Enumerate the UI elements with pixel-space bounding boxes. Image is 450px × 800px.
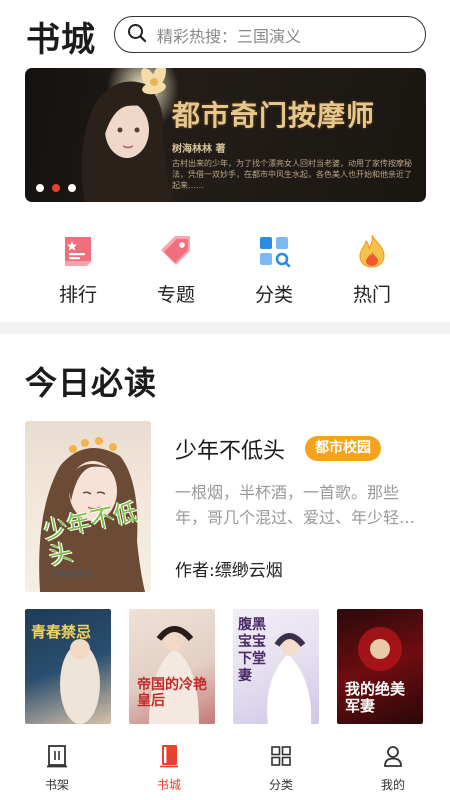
banner-author: 树海林林 著 xyxy=(172,144,226,155)
carousel-dot-active[interactable] xyxy=(52,184,60,192)
banner-description: 古村出来的少年，为了找个漂亮女人回村当老婆，动用了家传按摩秘法，凭借一双妙手，在… xyxy=(172,159,412,190)
genre-tag[interactable]: 都市校园 xyxy=(305,436,381,461)
carousel-indicator xyxy=(36,184,76,192)
tab-bookshelf[interactable]: 书架 xyxy=(17,744,97,793)
banner-title: 都市奇门按摩师 xyxy=(172,99,376,132)
nav-hot-label: 热门 xyxy=(352,284,391,306)
cover-title: 青春禁忌 xyxy=(31,623,92,641)
featured-cover-author: 缥缈云烟 著 xyxy=(55,570,93,578)
bookstore-icon xyxy=(129,744,209,768)
section-divider xyxy=(0,322,450,334)
tab-category-label: 分类 xyxy=(268,778,293,792)
section-title: 今日必读 xyxy=(25,364,158,402)
book-cover[interactable]: 我的绝美军妻 xyxy=(337,609,423,724)
search-placeholder: 精彩热搜：三国演义 xyxy=(157,26,302,46)
banner-carousel[interactable]: 都市奇门按摩师 树海林林 著 古村出来的少年，为了找个漂亮女人回村当老婆，动用了… xyxy=(25,68,426,202)
featured-book-cover[interactable]: 少年不低头 缥缈云烟 著 xyxy=(25,421,151,592)
cover-title: 腹黑宝宝下堂妻 xyxy=(238,617,266,684)
book-cover[interactable]: 青春禁忌 xyxy=(25,609,111,724)
tab-profile[interactable]: 我的 xyxy=(353,744,433,793)
tab-bookshelf-label: 书架 xyxy=(44,778,69,792)
nav-ranking[interactable]: 排行 xyxy=(38,232,118,307)
category-icon xyxy=(241,744,321,768)
quick-nav: 排行 专题 分类 热门 xyxy=(0,232,450,312)
carousel-dot[interactable] xyxy=(68,184,76,192)
search-bar[interactable]: 精彩热搜：三国演义 xyxy=(114,16,426,53)
nav-category-label: 分类 xyxy=(254,284,293,306)
topic-tag-icon xyxy=(136,232,216,270)
book-cover[interactable]: 帝国的冷艳皇后 xyxy=(129,609,215,724)
nav-category[interactable]: 分类 xyxy=(234,232,314,307)
featured-book-title[interactable]: 少年不低头 xyxy=(175,433,285,465)
tab-bookstore[interactable]: 书城 xyxy=(129,744,209,793)
category-grid-icon xyxy=(234,232,314,270)
carousel-dot[interactable] xyxy=(36,184,44,192)
tab-bookstore-label: 书城 xyxy=(156,778,181,792)
search-icon xyxy=(127,23,147,47)
page-title: 书城 xyxy=(26,20,96,60)
banner-illustration xyxy=(65,68,185,202)
profile-icon xyxy=(353,744,433,768)
nav-topic-label: 专题 xyxy=(156,284,195,306)
hot-flame-icon xyxy=(332,232,412,270)
cover-title: 我的绝美军妻 xyxy=(345,680,406,715)
tab-profile-label: 我的 xyxy=(380,778,405,792)
tab-category[interactable]: 分类 xyxy=(241,744,321,793)
book-cover[interactable]: 腹黑宝宝下堂妻 xyxy=(233,609,319,724)
bottom-tab-bar: 书架 书城 分类 我的 xyxy=(0,736,450,800)
featured-book-author: 作者:缥缈云烟 xyxy=(175,561,283,581)
cover-title: 帝国的冷艳皇后 xyxy=(137,677,207,709)
nav-ranking-label: 排行 xyxy=(58,284,97,306)
featured-book-description: 一根烟，半杯酒，一首歌。那些年，哥几个混过、爱过、年少轻… xyxy=(175,483,416,527)
nav-hot[interactable]: 热门 xyxy=(332,232,412,307)
bookshelf-icon xyxy=(17,744,97,768)
ranking-icon xyxy=(38,232,118,270)
header: 书城 精彩热搜：三国演义 xyxy=(0,0,450,66)
nav-topic[interactable]: 专题 xyxy=(136,232,216,307)
